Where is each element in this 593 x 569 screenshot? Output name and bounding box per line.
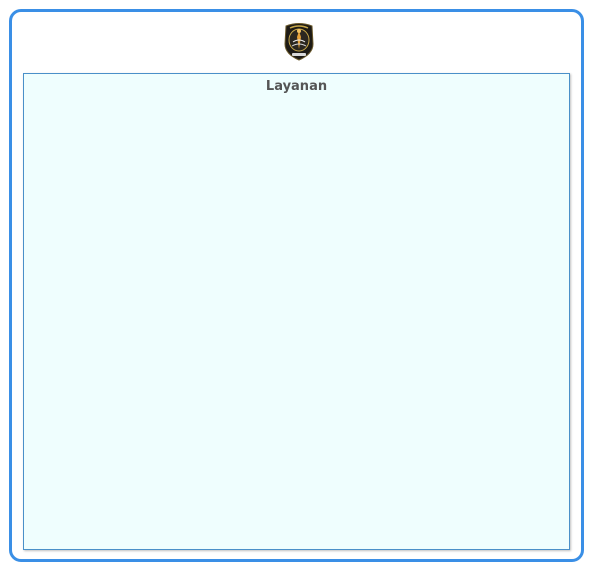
university-emblem-icon <box>282 20 316 62</box>
layanan-panel: Layanan <box>23 73 570 550</box>
panel-title: Layanan <box>265 79 328 94</box>
emblem-graphic <box>284 23 314 61</box>
main-frame: Layanan <box>9 9 584 562</box>
